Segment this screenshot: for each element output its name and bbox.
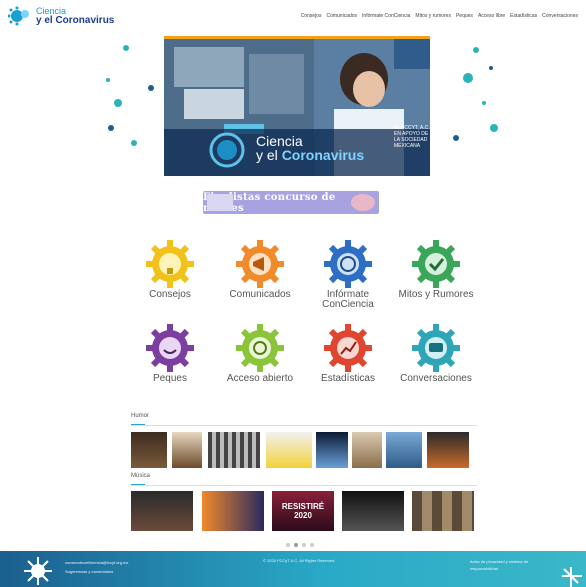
covid19-badge-icon <box>209 132 245 168</box>
nav-consejos[interactable]: Consejos <box>301 13 322 19</box>
music-video-thumb[interactable] <box>202 491 264 531</box>
category-label: Acceso abierto <box>226 373 294 384</box>
site-header: Ciencia y el Coronavirus Consejos Comuni… <box>0 0 586 30</box>
megaphone-icon <box>236 240 284 288</box>
category-label: Mitos y Rumores <box>398 289 474 300</box>
category-estadisticas[interactable]: Estadísticas <box>308 322 388 397</box>
meme-cat-icon <box>207 194 233 211</box>
humor-thumb[interactable] <box>427 432 469 468</box>
lock-icon <box>236 324 284 372</box>
section-musica-title: Música <box>131 473 151 479</box>
pagination-dot-active[interactable] <box>294 543 298 547</box>
footer-copyright: © 2020 FCCyT A.C. All Rights Reserved. <box>263 558 336 563</box>
music-thumb-title: RESISTIRÉ 2020 <box>281 502 325 520</box>
logo-line2: y el Coronavirus <box>36 15 115 26</box>
category-label: Comunicados <box>229 289 291 300</box>
humor-thumb[interactable] <box>131 432 167 468</box>
pagination-dot[interactable] <box>302 543 306 547</box>
footer-email-link[interactable]: consecutivoeficiencia@fccyt.org.mx <box>65 558 128 567</box>
music-video-thumb[interactable] <box>131 491 193 531</box>
site-logo[interactable]: Ciencia y el Coronavirus <box>7 6 115 26</box>
music-video-thumb[interactable] <box>342 491 404 531</box>
face-icon <box>146 324 194 372</box>
category-grid: Consejos Comunicados Infórmate ConCienci… <box>130 238 474 398</box>
meme-santa-icon <box>351 194 375 211</box>
section-divider <box>131 425 477 426</box>
category-label: Consejos <box>149 289 191 300</box>
hero-title-line2a: y el <box>256 147 282 163</box>
globe-icon <box>324 240 372 288</box>
nav-mitos[interactable]: Mitos y rumores <box>415 13 451 19</box>
category-peques[interactable]: Peques <box>130 322 210 397</box>
hero-side-text: EL FCCYT, A.C. EN APOYO DE LA SOCIEDAD M… <box>394 125 430 149</box>
section-divider <box>131 485 477 486</box>
hero-section: Ciencia y el Coronavirus EL FCCYT, A.C. … <box>96 28 506 176</box>
category-comunicados[interactable]: Comunicados <box>220 238 300 313</box>
category-consejos[interactable]: Consejos <box>130 238 210 313</box>
main-nav: Consejos Comunicados Infórmate ConCienci… <box>301 13 578 19</box>
pagination-dot[interactable] <box>310 543 314 547</box>
category-label: Infórmate ConCiencia <box>322 289 374 310</box>
music-video-thumb[interactable] <box>412 491 474 531</box>
category-label: Conversaciones <box>400 373 472 384</box>
site-footer: consecutivoeficiencia@fccyt.org.mx Suger… <box>0 551 586 587</box>
humor-thumb[interactable] <box>386 432 422 468</box>
footer-privacy-link[interactable]: Aviso de privacidad y sistema de respons… <box>470 558 540 572</box>
humor-thumb[interactable] <box>352 432 382 468</box>
nav-peques[interactable]: Peques <box>456 13 473 19</box>
chat-icon <box>412 324 460 372</box>
virus-footer-icon <box>24 557 52 585</box>
pagination-dot[interactable] <box>286 543 290 547</box>
category-label: Peques <box>153 373 187 384</box>
nav-conversaciones[interactable]: Conversaciones <box>542 13 578 19</box>
hero-title-line2b: Coronavirus <box>281 147 365 163</box>
category-conversaciones[interactable]: Conversaciones <box>396 322 476 397</box>
virus-logo-icon <box>7 6 32 26</box>
virus-footer-icon-right <box>562 567 582 587</box>
category-acceso[interactable]: Acceso abierto <box>220 322 300 397</box>
hero-banner[interactable]: Ciencia y el Coronavirus EL FCCYT, A.C. … <box>164 36 430 176</box>
carousel-pagination <box>286 543 314 547</box>
chart-icon <box>324 324 372 372</box>
nav-comunicados[interactable]: Comunicados <box>326 13 357 19</box>
hero-title: Ciencia y el Coronavirus <box>256 134 364 162</box>
nav-estadisticas[interactable]: Estadísticas <box>510 13 537 19</box>
hero-title-line1: Ciencia <box>256 133 303 149</box>
nav-informate[interactable]: Infórmate ConCiencia <box>362 13 410 19</box>
humor-thumb[interactable] <box>172 432 202 468</box>
category-informate[interactable]: Infórmate ConCiencia <box>308 238 388 313</box>
nav-acceso[interactable]: Acceso libre <box>478 13 505 19</box>
memes-contest-banner[interactable]: Finalistas concurso de memes <box>203 191 379 214</box>
category-mitos[interactable]: Mitos y Rumores <box>396 238 476 313</box>
footer-feedback-link[interactable]: Sugerencias y comentarios <box>65 567 128 576</box>
category-label: Estadísticas <box>321 373 375 384</box>
section-humor-title: Humor <box>131 413 150 419</box>
humor-thumb[interactable] <box>266 432 312 468</box>
lightbulb-icon <box>146 240 194 288</box>
humor-thumb[interactable] <box>316 432 348 468</box>
check-icon <box>412 240 460 288</box>
humor-thumb[interactable] <box>208 432 260 468</box>
music-video-thumb[interactable]: RESISTIRÉ 2020 <box>272 491 334 531</box>
